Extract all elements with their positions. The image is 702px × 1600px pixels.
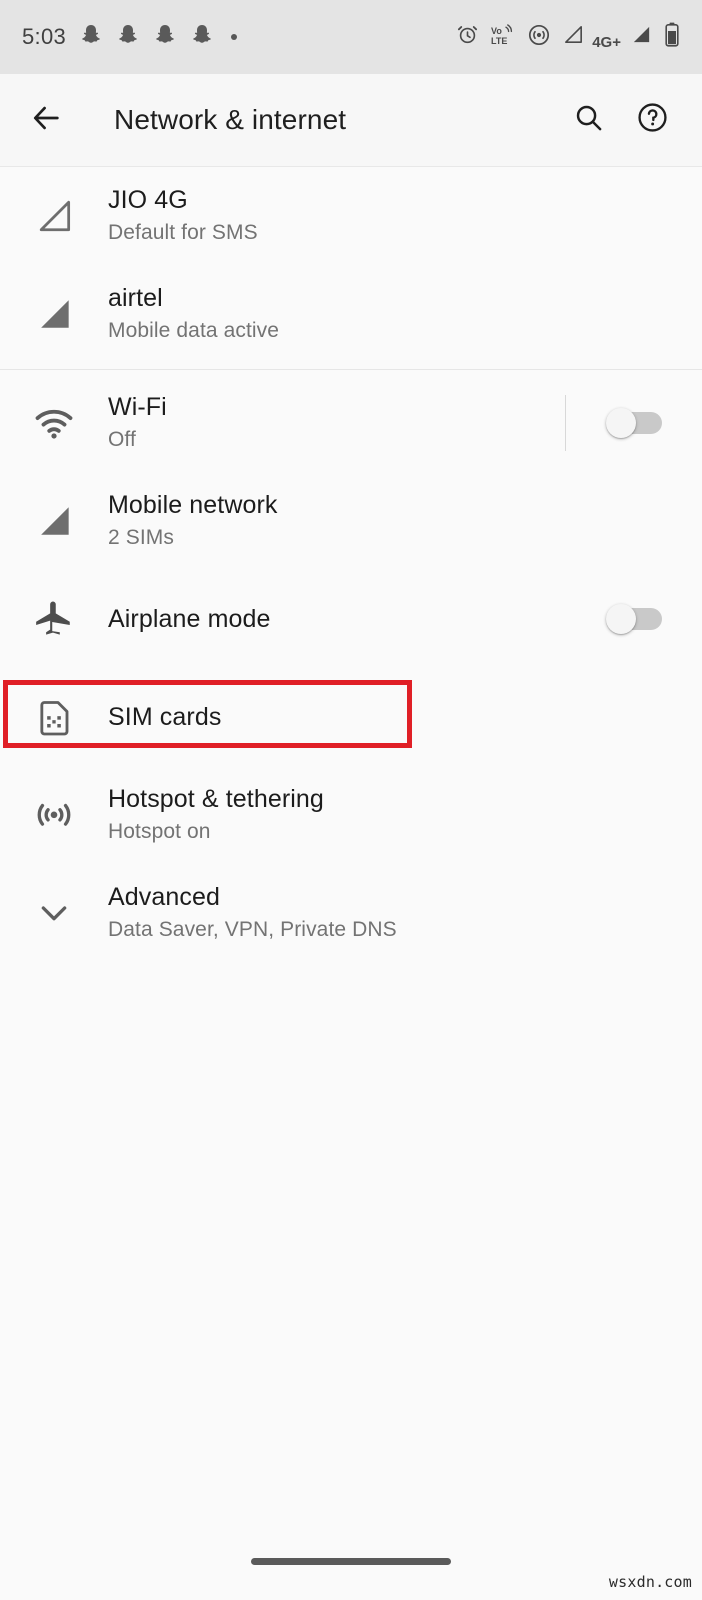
sim-card-icon — [0, 697, 108, 737]
home-gesture-bar[interactable] — [251, 1558, 451, 1565]
snapchat-ghost-icon — [190, 23, 214, 52]
toggle-knob — [606, 408, 636, 438]
snapchat-ghost-icon — [153, 23, 177, 52]
list-item-text: Airplane mode — [108, 604, 512, 635]
list-item-subtitle: Hotspot on — [108, 820, 211, 844]
svg-text:LTE: LTE — [491, 36, 507, 46]
hotspot-icon — [0, 794, 108, 836]
watermark: wsxdn.com — [608, 1573, 692, 1591]
back-button[interactable] — [14, 88, 78, 152]
app-bar: Network & internet — [0, 74, 702, 166]
airplane-icon — [0, 598, 108, 640]
list-item-sim-cards[interactable]: SIM cards — [0, 668, 702, 766]
list-item-wifi[interactable]: Wi-Fi Off — [0, 374, 702, 472]
chevron-down-icon — [0, 893, 108, 933]
alarm-icon — [456, 23, 479, 51]
battery-icon — [664, 22, 680, 52]
signal-filled-icon — [0, 499, 108, 543]
signal-sim1-icon — [562, 23, 585, 51]
list-item-title: JIO 4G — [108, 185, 188, 214]
list-item-text: JIO 4G Default for SMS — [108, 185, 512, 247]
list-item-subtitle: Mobile data active — [108, 319, 280, 343]
list-item-airplane-mode[interactable]: Airplane mode — [0, 570, 702, 668]
search-icon — [573, 102, 604, 138]
list-item-text: Advanced Data Saver, VPN, Private DNS — [108, 882, 512, 944]
back-arrow-icon — [29, 101, 63, 140]
help-icon — [636, 101, 669, 139]
list-item-text: SIM cards — [108, 702, 512, 733]
hotspot-icon — [527, 23, 551, 52]
list-item-trailing — [512, 604, 702, 634]
list-item-text: airtel Mobile data active — [108, 283, 512, 345]
list-item-text: Mobile network 2 SIMs — [108, 490, 512, 552]
list-item-text: Hotspot & tethering Hotspot on — [108, 784, 512, 846]
list-item-subtitle: Off — [108, 428, 136, 452]
signal-filled-icon — [0, 292, 108, 336]
help-button[interactable] — [620, 88, 684, 152]
list-item-title: Wi-Fi — [108, 392, 167, 421]
list-item-airtel[interactable]: airtel Mobile data active — [0, 265, 702, 363]
toggle-divider — [565, 395, 566, 451]
list-item-title: Advanced — [108, 882, 220, 911]
android-settings-screen: 5:03 Vo LTE 4G+ Network & internet JIO 4… — [0, 0, 702, 1600]
snapchat-ghost-icon — [79, 23, 103, 52]
volte-icon: Vo LTE — [490, 23, 516, 52]
search-button[interactable] — [556, 88, 620, 152]
status-bar: 5:03 Vo LTE 4G+ — [0, 0, 702, 74]
status-bar-right: Vo LTE 4G+ — [456, 22, 680, 52]
list-item-advanced[interactable]: Advanced Data Saver, VPN, Private DNS — [0, 864, 702, 962]
more-notifications-dot — [231, 34, 238, 40]
signal-outline-icon — [0, 194, 108, 238]
list-item-title: Airplane mode — [108, 604, 271, 633]
settings-list: JIO 4G Default for SMS airtel Mobile dat… — [0, 167, 702, 962]
list-item-title: SIM cards — [108, 702, 222, 731]
list-item-title: Hotspot & tethering — [108, 784, 324, 813]
status-clock: 5:03 — [22, 24, 67, 49]
page-title: Network & internet — [114, 104, 347, 135]
list-item-title: Mobile network — [108, 490, 278, 519]
navigation-bar: wsxdn.com — [0, 1528, 702, 1600]
list-item-text: Wi-Fi Off — [108, 392, 512, 454]
airplane-mode-toggle[interactable] — [606, 604, 662, 634]
list-item-jio4g[interactable]: JIO 4G Default for SMS — [0, 167, 702, 265]
list-item-subtitle: 2 SIMs — [108, 526, 174, 550]
list-item-mobile-network[interactable]: Mobile network 2 SIMs — [0, 472, 702, 570]
wifi-icon — [0, 402, 108, 444]
list-item-title: airtel — [108, 283, 163, 312]
snapchat-ghost-icon — [116, 23, 140, 52]
wifi-toggle[interactable] — [606, 408, 662, 438]
list-item-hotspot-tethering[interactable]: Hotspot & tethering Hotspot on — [0, 766, 702, 864]
list-item-trailing — [512, 395, 702, 451]
signal-sim2-icon — [630, 23, 653, 51]
section-divider — [0, 369, 702, 370]
status-bar-left: 5:03 — [22, 23, 238, 52]
list-item-subtitle: Data Saver, VPN, Private DNS — [108, 918, 397, 942]
network-type-label: 4G+ — [592, 34, 621, 51]
svg-text:Vo: Vo — [491, 26, 502, 36]
toggle-knob — [606, 604, 636, 634]
list-item-subtitle: Default for SMS — [108, 221, 258, 245]
